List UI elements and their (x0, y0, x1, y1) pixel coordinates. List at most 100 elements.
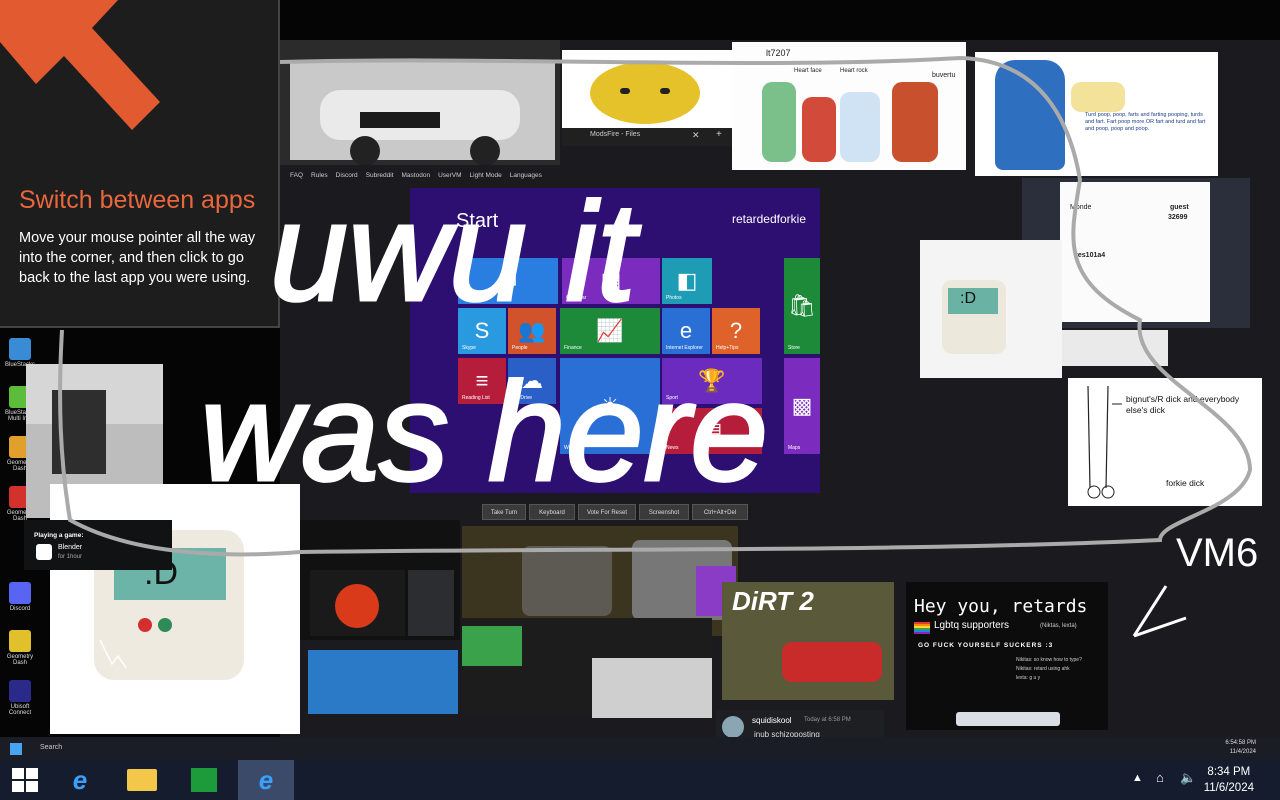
start-tile[interactable]: 👥 People (508, 308, 556, 354)
vm-inner-taskbar: Search 6:54:58 PM 11/4/2024 (0, 737, 1280, 761)
volume-icon[interactable]: 🔈 (1180, 770, 1196, 786)
screenshot-button[interactable]: Screenshot (639, 504, 689, 520)
car-grille (360, 112, 440, 128)
comic-label: Heart face (794, 68, 822, 74)
eye (620, 88, 630, 94)
nav-item[interactable]: Discord (336, 172, 358, 179)
meme-line: lexta: g u y (1016, 675, 1041, 681)
take-turn-button[interactable]: Take Turn (482, 504, 526, 520)
nav-item[interactable]: Mastodon (402, 172, 431, 179)
start-tile[interactable]: S Skype (458, 308, 506, 354)
tile-label: Sport (666, 395, 678, 401)
start-tile[interactable]: ✉ Mail (458, 258, 558, 304)
meme-title: Hey you, retards (914, 596, 1088, 617)
switch-apps-tip: Switch between apps Move your mouse poin… (0, 0, 280, 328)
parrot-image (462, 626, 522, 666)
car-image (592, 658, 712, 718)
start-tile[interactable]: 🏆 Sport (662, 358, 762, 404)
whiteboard-note: bignut's/R dick and everybody else's dic… (1126, 394, 1240, 415)
ctrl-alt-del-button[interactable]: Ctrl+Alt+Del (692, 504, 748, 520)
meme-line: Nikitas: so know how to type? (1016, 657, 1082, 663)
desktop-icon-label: Discord (9, 606, 31, 612)
comic-figure (762, 82, 796, 162)
yellow-blob (590, 62, 700, 124)
misc-collage (462, 618, 712, 718)
start-tile[interactable]: ≡ Reading List (458, 358, 506, 404)
meme-subtitle-small: (Niktas, lexta) (1040, 623, 1077, 629)
taskbar-app[interactable]: e (52, 760, 108, 800)
start-tile[interactable]: 🛍 Store (784, 258, 820, 354)
start-tile[interactable]: 📈 Finance (560, 308, 660, 354)
start-tile[interactable]: ▤ News (662, 408, 762, 454)
mushroom-cloud (335, 584, 379, 628)
network-icon[interactable]: ⌂ (1156, 770, 1164, 785)
taskbar-app[interactable] (114, 760, 170, 800)
new-tab-icon[interactable]: + (716, 129, 722, 140)
rally-car (782, 642, 882, 682)
dirt-title: DiRT 2 (732, 586, 814, 616)
keyboard-button[interactable]: Keyboard (529, 504, 575, 520)
eye (660, 88, 670, 94)
tile-label: Store (788, 345, 800, 351)
plush-button (138, 618, 152, 632)
nav-item[interactable]: Light Mode (470, 172, 502, 179)
dirt-game-image: DiRT 2 (722, 582, 894, 700)
meme-post: Hey you, retards Lgbtq supporters (Nikta… (906, 582, 1108, 730)
playing-label: Playing a game: (34, 532, 84, 539)
nav-item[interactable]: Rules (311, 172, 328, 179)
game-time: for 1hour (58, 554, 83, 560)
yellow-face-image (562, 50, 732, 128)
nav-item[interactable]: Subreddit (366, 172, 394, 179)
nav-item[interactable]: Languages (510, 172, 542, 179)
inner-clock: 6:54:58 PM 11/4/2024 (1225, 740, 1256, 755)
store-icon (191, 768, 217, 792)
start-username[interactable]: retardedforkie (732, 212, 806, 226)
chat-time: Today at 6:58 PM (804, 717, 851, 723)
tip-body: Move your mouse pointer all the way into… (19, 230, 256, 286)
taskbar-app[interactable]: e (238, 760, 294, 800)
mini-taskbar (956, 712, 1060, 726)
desktop-icon[interactable]: Ubisoft Connect (0, 680, 40, 716)
browser-screenshot (280, 40, 560, 165)
comic-username: buvertu (932, 72, 956, 79)
pride-flag-icon (914, 622, 930, 634)
taskbar-app[interactable] (176, 760, 232, 800)
ie-icon: e (258, 764, 274, 795)
close-icon[interactable]: ✕ (692, 130, 700, 141)
nav-item[interactable]: UserVM (438, 172, 461, 179)
tile-label: Mail (462, 295, 472, 301)
show-hidden-icons[interactable]: ▲ (1132, 772, 1143, 784)
sketch-label: Monde (1070, 204, 1092, 211)
desktop-icon[interactable]: Geometry Dash (0, 630, 40, 666)
win8-start-screen[interactable]: Start retardedforkie ✉ Mail ▦ Calendar ◧ Phot… (410, 188, 820, 493)
tab-label[interactable]: ModsFire - Files (590, 131, 640, 138)
nav-item[interactable]: FAQ (290, 172, 303, 179)
clock-date: 11/6/2024 (1203, 782, 1254, 794)
tile-label: Calendar (566, 295, 587, 301)
start-tile[interactable]: ◧ Photos (662, 258, 712, 304)
desktop-icon-label: Ubisoft Connect (8, 704, 32, 716)
vote-reset-button[interactable]: Vote For Reset (578, 504, 636, 520)
start-tile[interactable]: ▦ Calendar (562, 258, 660, 304)
comic-id: lt7207 (766, 48, 791, 58)
cat-note-image: Turd poop, poop, farts and farting poopi… (975, 52, 1218, 176)
taskbar-clock[interactable]: 8:34 PM 11/6/2024 (1204, 764, 1254, 796)
sketch-label: guest (1170, 204, 1189, 211)
desktop-icon[interactable]: Discord (0, 582, 40, 612)
search-box[interactable]: Search (40, 744, 62, 751)
windows-start-icon[interactable] (10, 743, 22, 755)
start-tile[interactable]: ▩ Maps (784, 358, 820, 454)
start-tile[interactable]: ☀ Weather (560, 358, 660, 454)
start-tile[interactable]: ? Help+Tips (712, 308, 760, 354)
sketch-canvas: Monde guest 32699 yes101a4 (1060, 182, 1210, 322)
tile-label: Skype (462, 345, 476, 351)
comic-label: Heart rock (840, 68, 868, 74)
meme-subtitle: Lgbtq supporters (934, 620, 1010, 631)
blue-car-image (308, 650, 458, 714)
cat-note-text: Turd poop, poop, farts and farting poopi… (1085, 112, 1206, 132)
windows-start-icon[interactable] (12, 768, 38, 792)
start-tile[interactable]: ☁ SkyDrive (508, 358, 556, 404)
car-wheel (350, 136, 380, 165)
start-tile[interactable]: e Internet Explorer (662, 308, 710, 354)
whiteboard-image: bignut's/R dick and everybody else's dic… (1068, 378, 1262, 506)
